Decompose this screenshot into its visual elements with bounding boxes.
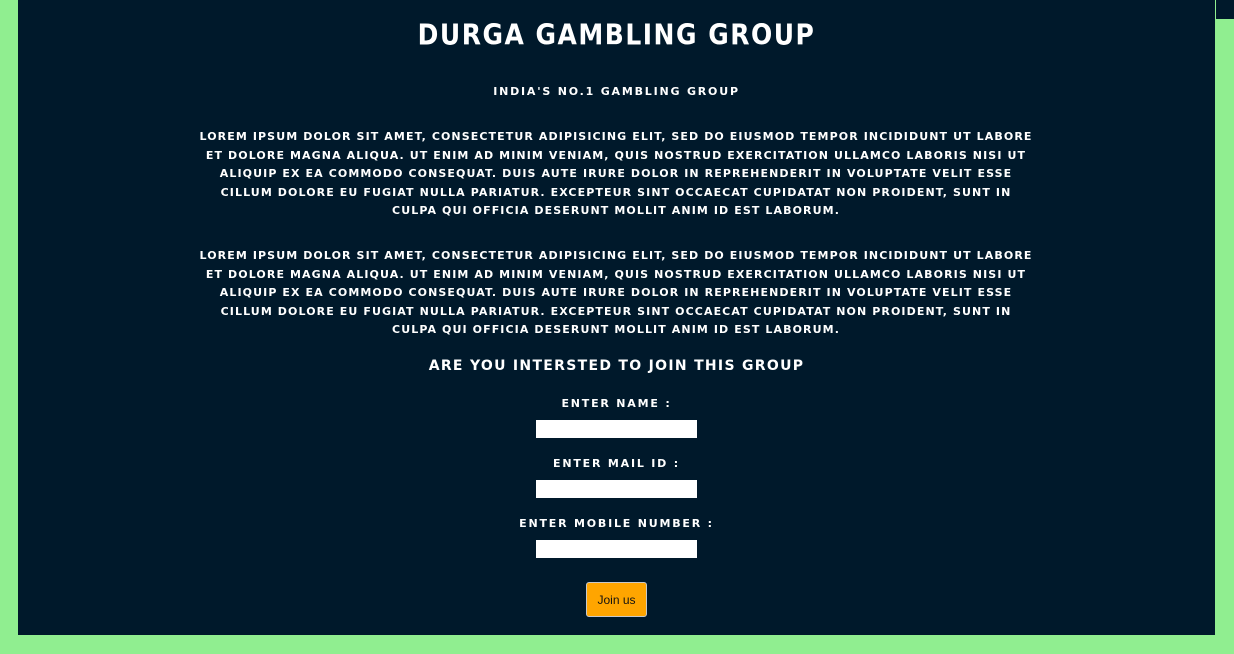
- top-right-strip: [1216, 0, 1234, 19]
- mobile-label: ENTER MOBILE NUMBER :: [519, 517, 714, 530]
- name-input[interactable]: [536, 420, 697, 438]
- page-title: DURGA GAMBLING GROUP: [417, 17, 816, 52]
- name-label: ENTER NAME :: [561, 397, 672, 410]
- intro-paragraph-1: LOREM IPSUM DOLOR SIT AMET, CONSECTETUR …: [199, 130, 1033, 218]
- intro-paragraph-2: LOREM IPSUM DOLOR SIT AMET, CONSECTETUR …: [199, 249, 1033, 337]
- page-subtitle: INDIA'S NO.1 GAMBLING GROUP: [493, 85, 740, 98]
- join-question-heading: ARE YOU INTERSTED TO JOIN THIS GROUP: [428, 358, 805, 374]
- mail-label: ENTER MAIL ID :: [553, 457, 680, 470]
- join-us-button[interactable]: Join us: [586, 582, 647, 617]
- main-panel: DURGA GAMBLING GROUP INDIA'S NO.1 GAMBLI…: [18, 0, 1215, 635]
- mobile-input[interactable]: [536, 540, 697, 558]
- mail-input[interactable]: [536, 480, 697, 498]
